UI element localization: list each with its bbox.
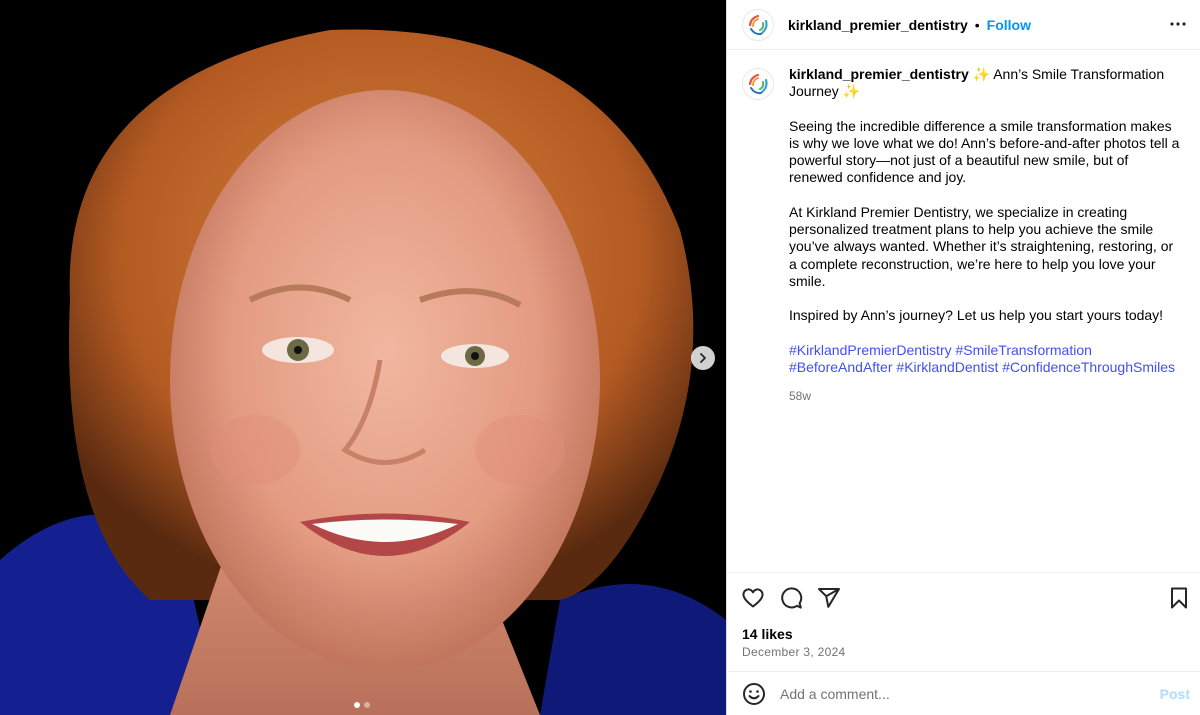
comments-section[interactable]: kirkland_premier_dentistry ✨ Ann’s Smile… xyxy=(727,50,1200,572)
hashtag-link[interactable]: #BeforeAndAfter xyxy=(789,359,893,375)
caption: kirkland_premier_dentistry ✨ Ann’s Smile… xyxy=(742,66,1187,405)
emoji-icon xyxy=(743,682,765,705)
caption-username[interactable]: kirkland_premier_dentistry xyxy=(789,66,969,82)
post-photo xyxy=(0,0,726,715)
caption-paragraph: At Kirkland Premier Dentistry, we specia… xyxy=(789,203,1174,289)
save-button[interactable] xyxy=(1167,586,1191,610)
add-comment-bar: Post xyxy=(727,671,1200,715)
caption-avatar[interactable] xyxy=(742,68,774,100)
caption-title-line: kirkland_premier_dentistry ✨ Ann’s Smile… xyxy=(789,66,1184,101)
comment-input[interactable] xyxy=(780,685,1160,702)
hashtag-link[interactable]: #KirklandPremierDentistry xyxy=(789,342,952,358)
hashtag-link[interactable]: #ConfidenceThroughSmiles xyxy=(1002,359,1175,375)
hashtag-list: #KirklandPremierDentistry #SmileTransfor… xyxy=(789,342,1184,377)
post-comment-button[interactable]: Post xyxy=(1160,686,1190,702)
profile-avatar[interactable] xyxy=(742,8,774,41)
post-side-panel: kirkland_premier_dentistry • Follow kirk… xyxy=(726,0,1200,715)
header-separator: • xyxy=(974,16,980,33)
carousel-indicator xyxy=(354,702,370,708)
post-date[interactable]: December 3, 2024 xyxy=(742,645,846,659)
brand-logo-icon xyxy=(748,73,768,95)
carousel-next-button[interactable] xyxy=(691,346,715,370)
carousel-dot xyxy=(364,702,370,708)
emoji-button[interactable] xyxy=(742,682,766,706)
post-media[interactable] xyxy=(0,0,726,715)
heart-icon xyxy=(742,588,764,608)
more-options-button[interactable] xyxy=(1169,14,1187,34)
brand-logo-icon xyxy=(748,14,768,35)
caption-text: kirkland_premier_dentistry ✨ Ann’s Smile… xyxy=(789,66,1184,405)
comment-icon xyxy=(781,587,803,609)
likes-count[interactable]: 14 likes xyxy=(742,626,793,642)
share-button[interactable] xyxy=(817,586,841,610)
more-horizontal-icon xyxy=(1170,22,1186,26)
share-icon xyxy=(818,588,840,608)
like-button[interactable] xyxy=(741,586,765,610)
header-username[interactable]: kirkland_premier_dentistry xyxy=(788,17,968,33)
hashtag-link[interactable]: #KirklandDentist xyxy=(896,359,998,375)
comment-button[interactable] xyxy=(779,586,803,610)
hashtag-link[interactable]: #SmileTransformation xyxy=(956,342,1092,358)
chevron-right-icon xyxy=(700,353,706,363)
caption-paragraph: Inspired by Ann’s journey? Let us help y… xyxy=(789,307,1164,324)
post-actions: 14 likes December 3, 2024 xyxy=(727,572,1200,671)
bookmark-icon xyxy=(1171,587,1187,609)
caption-timestamp[interactable]: 58w xyxy=(789,388,1184,405)
follow-button[interactable]: Follow xyxy=(987,17,1031,33)
carousel-dot-active xyxy=(354,702,360,708)
caption-paragraph: Seeing the incredible difference a smile… xyxy=(789,117,1180,186)
post-header: kirkland_premier_dentistry • Follow xyxy=(727,0,1200,50)
